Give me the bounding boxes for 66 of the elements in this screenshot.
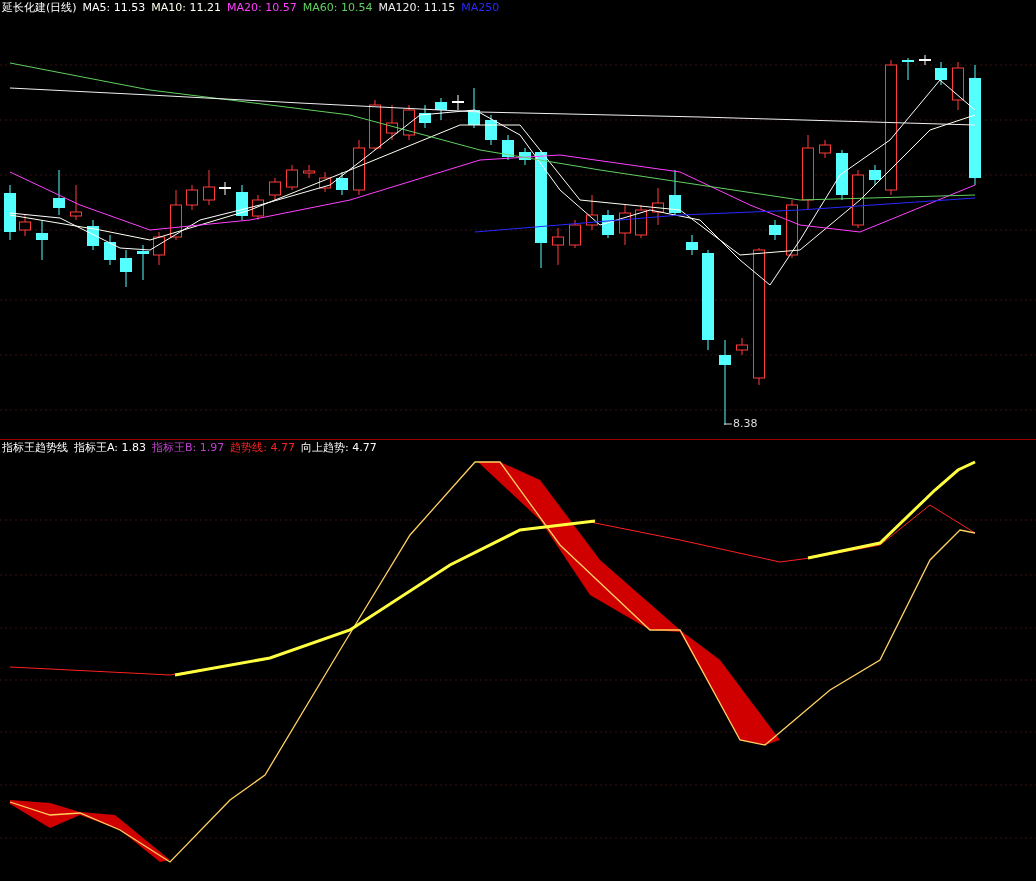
legend-value: MA60: 10.54	[302, 0, 373, 16]
candle	[36, 219, 48, 261]
candle	[403, 104, 415, 141]
candle	[203, 169, 215, 206]
candle	[552, 227, 564, 266]
low-price-label: 8.38	[733, 417, 758, 430]
legend-value: 指标王B: 1.97	[152, 440, 225, 456]
legend-value: 指标王A: 1.83	[74, 440, 147, 456]
candle	[952, 61, 964, 111]
candle	[236, 184, 248, 221]
candle	[852, 169, 864, 229]
candle	[819, 139, 831, 159]
candle	[4, 184, 16, 241]
legend-value: MA120: 11.15	[378, 0, 456, 16]
candle	[519, 147, 531, 166]
candle	[120, 249, 132, 288]
candle	[336, 171, 348, 196]
candle	[502, 134, 514, 161]
candle	[186, 184, 198, 211]
candle	[319, 171, 331, 193]
candle	[170, 189, 182, 241]
legend-value: MA5: 11.53	[82, 0, 146, 16]
candle	[769, 219, 781, 241]
candle	[419, 104, 431, 129]
candle	[435, 97, 447, 121]
candle	[919, 54, 931, 66]
legend-value: MA250	[461, 0, 500, 16]
candle	[586, 194, 598, 231]
candle	[736, 337, 748, 356]
candle	[303, 164, 315, 179]
candle	[468, 87, 480, 129]
candle	[869, 164, 881, 186]
candle	[669, 169, 681, 216]
candle	[286, 164, 298, 191]
candle	[485, 114, 497, 146]
legend-value: MA10: 11.21	[151, 0, 222, 16]
candle	[602, 209, 614, 239]
candle	[935, 61, 947, 86]
candle	[219, 181, 231, 196]
candle	[652, 187, 664, 226]
candle	[153, 231, 165, 266]
legend-value: 趋势线: 4.77	[230, 440, 295, 456]
candle	[569, 219, 581, 249]
candle	[19, 214, 31, 237]
leader-line	[723, 423, 733, 425]
chart-title: 指标王趋势线	[2, 440, 68, 456]
candle	[386, 104, 398, 141]
candle	[452, 94, 464, 111]
candle	[635, 204, 647, 239]
candle	[269, 177, 281, 201]
candle	[686, 234, 698, 256]
candle	[786, 199, 798, 259]
legend-value: 向上趋势: 4.77	[301, 440, 377, 456]
candle	[87, 219, 99, 251]
candle	[137, 244, 149, 281]
candle	[836, 149, 848, 201]
candle	[104, 234, 116, 266]
candle	[902, 57, 914, 81]
candle	[619, 204, 631, 246]
chart-title: 延长化建(日线)	[2, 0, 77, 16]
candle	[70, 184, 82, 221]
candle	[369, 99, 381, 151]
candle	[252, 194, 264, 221]
candle	[53, 169, 65, 216]
legend-value: MA20: 10.57	[227, 0, 297, 16]
candle	[353, 139, 365, 196]
